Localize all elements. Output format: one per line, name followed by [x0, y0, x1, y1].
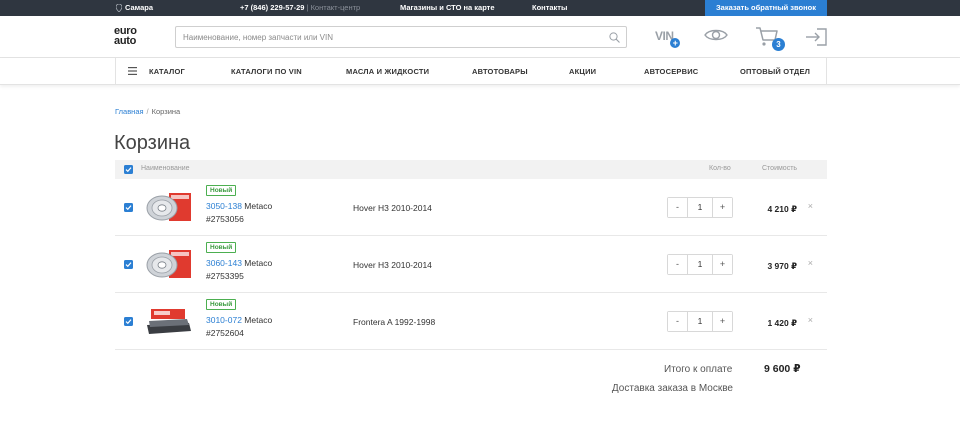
main-nav: КАТАЛОГ КАТАЛОГИ ПО VIN МАСЛА И ЖИДКОСТИ…: [115, 58, 827, 85]
cart-row: Новый 3010-072 Metaco #2752604 Frontera …: [115, 293, 827, 350]
page-title: Корзина: [114, 132, 191, 154]
delivery-info: Доставка заказа в Москве: [611, 383, 733, 394]
part-code: 3010-072 Metaco: [206, 315, 272, 325]
part-brand: Metaco: [244, 258, 273, 268]
phone-number[interactable]: +7 (846) 229-57-29: [240, 3, 304, 12]
quantity-value[interactable]: 1: [687, 312, 713, 331]
row-checkbox[interactable]: [124, 260, 133, 269]
nav-item-autoservice[interactable]: АВТОСЕРВИС: [644, 67, 698, 76]
logo-line-2: auto: [114, 35, 137, 47]
quantity-stepper: - 1 +: [667, 254, 733, 275]
check-icon: [125, 167, 132, 173]
total-label: Итого к оплате: [664, 364, 733, 375]
decrease-button[interactable]: -: [668, 255, 687, 274]
login-icon[interactable]: [804, 27, 828, 47]
city-selector[interactable]: Самара: [116, 3, 153, 12]
increase-button[interactable]: +: [713, 312, 732, 331]
increase-button[interactable]: +: [713, 255, 732, 274]
quantity-stepper: - 1 +: [667, 197, 733, 218]
part-code: 3060-143 Metaco: [206, 258, 272, 268]
row-price: 4 210 ₽: [767, 204, 797, 214]
vehicle-model: Hover H3 2010-2014: [353, 203, 432, 213]
eye-icon[interactable]: [704, 27, 728, 43]
quantity-value[interactable]: 1: [687, 198, 713, 217]
top-bar: Самара +7 (846) 229-57-29 | Контакт-цент…: [0, 0, 960, 16]
new-badge: Новый: [206, 242, 237, 253]
nav-item-catalog[interactable]: КАТАЛОГ: [149, 67, 185, 76]
nav-item-autogoods[interactable]: АВТОТОВАРЫ: [472, 67, 528, 76]
part-number-link[interactable]: 3010-072: [206, 315, 242, 325]
cart-row: Новый 3050-138 Metaco #2753056 Hover H3 …: [115, 179, 827, 236]
cart-table-header: Наименование Кол-во Стоимость: [115, 160, 827, 179]
part-code: 3050-138 Metaco: [206, 201, 272, 211]
brake-disc-image[interactable]: [145, 248, 193, 280]
nav-item-wholesale[interactable]: ОПТОВЫЙ ОТДЕЛ: [740, 67, 810, 76]
menu-icon[interactable]: [128, 67, 137, 75]
part-sku: #2752604: [206, 328, 244, 338]
part-sku: #2753395: [206, 271, 244, 281]
column-name-header: Наименование: [141, 165, 190, 172]
cart-count-badge: 3: [772, 38, 785, 51]
check-icon: [125, 262, 132, 268]
nav-item-promotions[interactable]: АКЦИИ: [569, 67, 596, 76]
phone-block: +7 (846) 229-57-29 | Контакт-центр: [240, 3, 360, 12]
callback-button[interactable]: Заказать обратный звонок: [705, 0, 827, 16]
nav-item-vin-catalogs[interactable]: КАТАЛОГИ ПО VIN: [231, 67, 302, 76]
row-checkbox[interactable]: [124, 317, 133, 326]
city-label: Самара: [125, 3, 154, 12]
search-icon[interactable]: [609, 32, 620, 43]
check-icon: [125, 205, 132, 211]
search-input[interactable]: [183, 27, 603, 47]
breadcrumb-home[interactable]: Главная: [115, 107, 144, 116]
phone-separator: |: [306, 3, 309, 12]
contact-center-link[interactable]: Контакт-центр: [311, 3, 361, 12]
column-price-header: Стоимость: [762, 165, 798, 172]
new-badge: Новый: [206, 185, 237, 196]
row-price: 1 420 ₽: [767, 318, 797, 328]
decrease-button[interactable]: -: [668, 312, 687, 331]
plus-icon: +: [670, 38, 680, 48]
row-price: 3 970 ₽: [767, 261, 797, 271]
quantity-value[interactable]: 1: [687, 255, 713, 274]
row-checkbox[interactable]: [124, 203, 133, 212]
new-badge: Новый: [206, 299, 237, 310]
vehicle-model: Frontera A 1992-1998: [353, 317, 436, 327]
nav-item-oils[interactable]: МАСЛА И ЖИДКОСТИ: [346, 67, 429, 76]
vehicle-model: Hover H3 2010-2014: [353, 260, 432, 270]
breadcrumb-separator: /: [146, 107, 149, 116]
part-number-link[interactable]: 3050-138: [206, 201, 242, 211]
breadcrumb-current: Корзина: [151, 107, 181, 116]
breadcrumb: Главная / Корзина: [115, 107, 180, 116]
contacts-link[interactable]: Контакты: [532, 3, 567, 12]
column-qty-header: Кол-во: [709, 165, 731, 172]
decrease-button[interactable]: -: [668, 198, 687, 217]
part-brand: Metaco: [244, 201, 273, 211]
total-value: 9 600 ₽: [764, 363, 801, 375]
cart-row: Новый 3060-143 Metaco #2753395 Hover H3 …: [115, 236, 827, 293]
quantity-stepper: - 1 +: [667, 311, 733, 332]
remove-icon[interactable]: ×: [808, 258, 813, 268]
brake-pads-image[interactable]: [145, 305, 193, 337]
select-all-checkbox[interactable]: [124, 165, 133, 174]
header: euro auto VIN + 3: [0, 16, 960, 58]
search-box: [175, 26, 627, 48]
brake-disc-image[interactable]: [145, 191, 193, 223]
location-pin-icon: [116, 3, 122, 12]
part-sku: #2753056: [206, 214, 244, 224]
remove-icon[interactable]: ×: [808, 315, 813, 325]
check-icon: [125, 319, 132, 325]
stores-map-link[interactable]: Магазины и СТО на карте: [400, 3, 495, 12]
part-brand: Metaco: [244, 315, 273, 325]
part-number-link[interactable]: 3060-143: [206, 258, 242, 268]
remove-icon[interactable]: ×: [808, 201, 813, 211]
increase-button[interactable]: +: [713, 198, 732, 217]
vin-button[interactable]: VIN +: [655, 29, 680, 48]
logo[interactable]: euro auto: [114, 26, 146, 48]
